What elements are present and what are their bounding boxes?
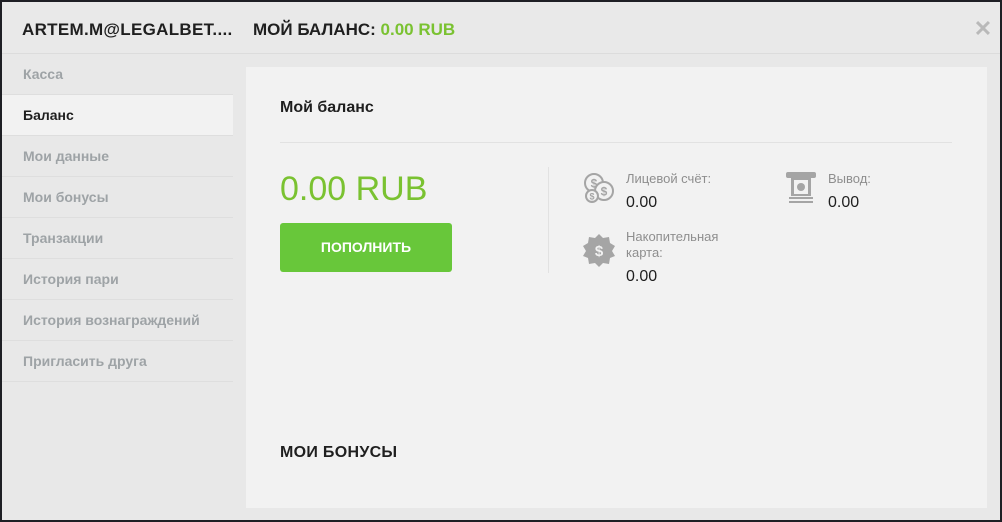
header-balance-value: 0.00 RUB: [380, 20, 456, 39]
sidebar-item-kassa[interactable]: Касса: [2, 54, 233, 95]
coins-icon: $ $ $: [582, 171, 616, 205]
withdraw-info: Вывод: 0.00: [784, 171, 944, 221]
account-modal: ARTEM.M@LEGALBET.... МОЙ БАЛАНС: 0.00 RU…: [2, 2, 1000, 520]
balance-panel: Мой баланс 0.00 RUB ПОПОЛНИТЬ $ $ $ Лице…: [246, 67, 987, 508]
divider: [280, 142, 952, 143]
account-label: Лицевой счёт:: [626, 171, 712, 186]
bonuses-section-title: МОИ БОНУСЫ: [280, 444, 398, 461]
svg-text:$: $: [595, 243, 604, 260]
card-info: $ Накопительная карта: 0.00: [582, 229, 742, 289]
svg-text:$: $: [589, 192, 594, 202]
header-balance: МОЙ БАЛАНС: 0.00 RUB: [253, 20, 455, 40]
sidebar-item-rewards-history[interactable]: История вознаграждений: [2, 300, 233, 341]
card-value: 0.00: [626, 268, 658, 285]
account-info: $ $ $ Лицевой счёт: 0.00: [582, 171, 742, 221]
withdraw-label: Вывод:: [828, 171, 871, 186]
sidebar-item-transactions[interactable]: Транзакции: [2, 218, 233, 259]
balance-amount: 0.00 RUB: [280, 170, 428, 208]
modal-header: ARTEM.M@LEGALBET.... МОЙ БАЛАНС: 0.00 RU…: [2, 2, 1000, 54]
svg-text:$: $: [601, 185, 608, 199]
account-value: 0.00: [626, 194, 658, 211]
card-label: Накопительная карта:: [626, 229, 719, 260]
sidebar-item-balance[interactable]: Баланс: [2, 95, 233, 136]
dollar-badge-icon: $: [582, 233, 616, 267]
sidebar-item-bet-history[interactable]: История пари: [2, 259, 233, 300]
header-balance-label: МОЙ БАЛАНС:: [253, 20, 376, 39]
sidebar: Касса Баланс Мои данные Мои бонусы Транз…: [2, 54, 233, 520]
user-email: ARTEM.M@LEGALBET....: [22, 20, 233, 39]
close-icon[interactable]: ✕: [972, 18, 994, 40]
sidebar-item-my-bonuses[interactable]: Мои бонусы: [2, 177, 233, 218]
top-up-button[interactable]: ПОПОЛНИТЬ: [280, 223, 452, 272]
sidebar-item-invite-friend[interactable]: Пригласить друга: [2, 341, 233, 382]
atm-withdraw-icon: [784, 171, 818, 205]
vertical-divider: [548, 167, 549, 273]
sidebar-item-my-data[interactable]: Мои данные: [2, 136, 233, 177]
page-title: Мой баланс: [280, 99, 374, 116]
withdraw-value: 0.00: [828, 194, 860, 211]
